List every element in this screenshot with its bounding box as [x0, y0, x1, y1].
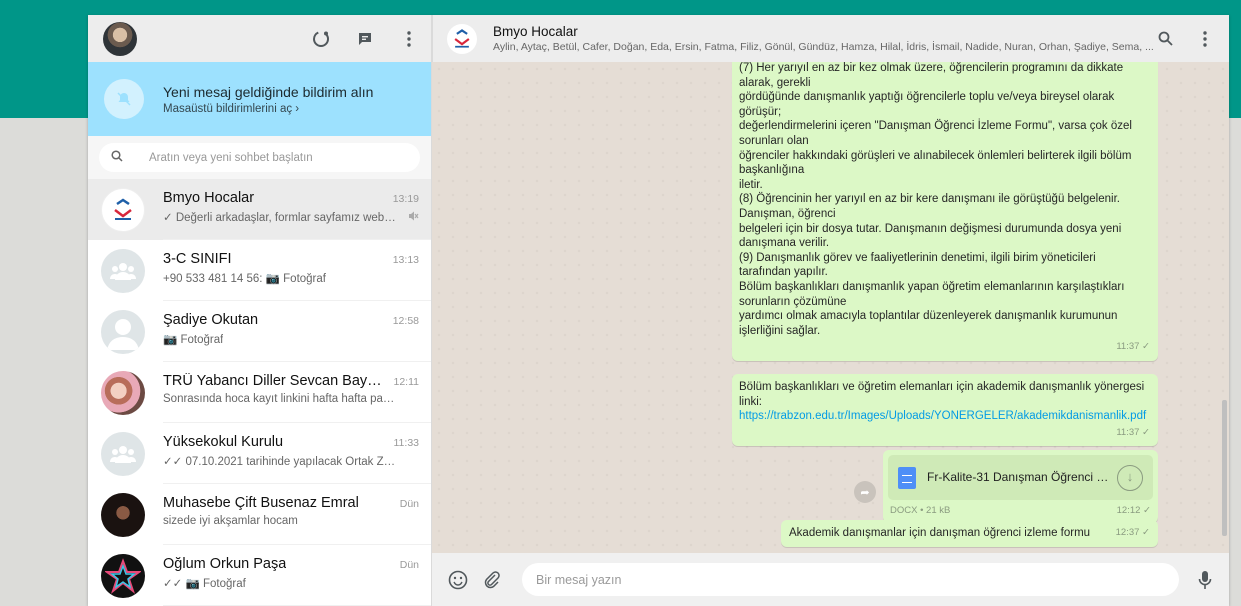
search-icon[interactable] [111, 150, 123, 165]
document-name: Fr-Kalite-31 Danışman Öğrenci İ... [927, 470, 1109, 485]
download-icon[interactable]: ↓ [1117, 464, 1143, 491]
sidebar-header [88, 15, 431, 62]
my-avatar[interactable] [103, 21, 137, 56]
chat-preview: +90 533 481 14 56: 📷 Fotoğraf [163, 273, 326, 285]
message-time: 12:12 ✓ [1116, 505, 1151, 516]
chat-name: Oğlum Orkun Paşa [163, 556, 287, 572]
emoji-icon[interactable] [448, 570, 468, 590]
group-avatar-icon [101, 248, 145, 293]
search-box[interactable] [99, 143, 420, 172]
message-text: Bölüm başkanlıkları ve öğretim elemanlar… [739, 381, 1145, 408]
chat-preview: ✓✓ 📷 Fotoğraf [163, 578, 246, 590]
chat-preview: ✓✓ 07.10.2021 tarihinde yapılacak Ortak … [163, 456, 398, 468]
chat-item-sadiye-okutan[interactable]: Şadiye Okutan 12:58 📷 Fotoğraf [88, 301, 431, 362]
group-avatar-icon [101, 431, 145, 476]
document-card[interactable]: Fr-Kalite-31 Danışman Öğrenci İ... ↓ [888, 455, 1153, 500]
conversation-panel: Bmyo Hocalar Aylin, Aytaç, Betül, Cafer,… [432, 15, 1229, 606]
muted-icon [407, 210, 419, 225]
menu-icon[interactable] [399, 29, 419, 49]
star-photo-avatar [101, 553, 145, 598]
chat-list: Bmyo Hocalar 13:19 ✓ Değerli arkadaşlar,… [88, 179, 431, 606]
messages-area: (7) Her yarıyıl en az bir kez olmak üzer… [432, 62, 1229, 553]
message-time: 11:37 ✓ [1116, 341, 1150, 353]
message-bubble[interactable]: Bölüm başkanlıkları ve öğretim elemanlar… [732, 374, 1158, 447]
group-logo-avatar [101, 187, 145, 232]
chat-name: 3-C SINIFI [163, 251, 232, 267]
contact-photo-avatar [101, 492, 145, 537]
attach-icon[interactable] [482, 570, 502, 590]
chat-preview: ✓ Değerli arkadaşlar, formlar sayfamız w… [163, 212, 398, 224]
conversation-title: Bmyo Hocalar [493, 24, 578, 39]
chat-item-muhasebe-cift[interactable]: Muhasebe Çift Busenaz Emral Dün sizede i… [88, 484, 431, 545]
message-time: 12:37 ✓ [1115, 527, 1150, 538]
chat-time: 13:13 [392, 254, 419, 266]
user-avatar-icon [101, 309, 145, 354]
sidebar-actions [311, 29, 419, 49]
document-message[interactable]: Fr-Kalite-31 Danışman Öğrenci İ... ↓ DOC… [883, 450, 1158, 523]
messages-scrollbar[interactable] [1222, 400, 1227, 536]
message-text: Akademik danışmanlar için danışman öğren… [789, 527, 1091, 539]
forward-icon[interactable]: ➦ [854, 481, 876, 503]
chat-name: Şadiye Okutan [163, 312, 259, 328]
whatsapp-web-window: Yeni mesaj geldiğinde bildirim alın Masa… [88, 15, 1229, 606]
chat-name: Yüksekokul Kurulu [163, 434, 284, 450]
chat-preview: Sonrasında hoca kayıt linkini hafta haft… [163, 393, 398, 405]
chat-preview: sizede iyi akşamlar hocam [163, 515, 298, 527]
message-composer [432, 553, 1229, 606]
microphone-icon[interactable] [1195, 570, 1215, 590]
conversation-header[interactable]: Bmyo Hocalar Aylin, Aytaç, Betül, Cafer,… [432, 15, 1229, 62]
conversation-menu-icon[interactable] [1195, 29, 1215, 49]
message-link[interactable]: https://trabzon.edu.tr/Images/Uploads/YO… [739, 410, 1146, 422]
search-bar [88, 136, 431, 179]
message-input[interactable] [522, 563, 1179, 596]
status-icon[interactable] [311, 29, 331, 49]
chat-time: Dün [399, 498, 419, 510]
enable-desktop-notifications-link[interactable]: Masaüstü bildirimlerini aç › [163, 103, 373, 115]
group-logo-icon[interactable] [447, 23, 477, 54]
chat-time: 11:33 [393, 437, 420, 449]
bell-off-icon [104, 79, 144, 119]
chat-name: Muhasebe Çift Busenaz Emral [163, 495, 359, 511]
conversation-actions [1155, 29, 1215, 49]
new-chat-icon[interactable] [355, 29, 375, 49]
chat-item-oglum-orkun[interactable]: Oğlum Orkun Paşa Dün ✓✓ 📷 Fotoğraf [88, 545, 431, 606]
chat-time: 13:19 [392, 193, 419, 205]
message-time: 11:37 ✓ [1116, 426, 1150, 438]
notification-banner[interactable]: Yeni mesaj geldiğinde bildirim alın Masa… [88, 62, 431, 136]
message-bubble[interactable]: Akademik danışmanlar için danışman öğren… [781, 520, 1158, 547]
search-messages-icon[interactable] [1155, 29, 1175, 49]
notification-title: Yeni mesaj geldiğinde bildirim alın [163, 83, 374, 100]
chat-time: Dün [399, 559, 419, 571]
chat-item-tru-yabanci-diller[interactable]: TRÜ Yabancı Diller Sevcan Bayrakta... 12… [88, 362, 431, 423]
document-icon [898, 466, 916, 489]
chat-item-bmyo-hocalar[interactable]: Bmyo Hocalar 13:19 ✓ Değerli arkadaşlar,… [88, 179, 431, 240]
message-bubble[interactable]: (7) Her yarıyıl en az bir kez olmak üzer… [732, 62, 1158, 361]
message-text: (7) Her yarıyıl en az bir kez olmak üzer… [739, 62, 1132, 337]
document-meta: DOCX • 21 kB [890, 505, 951, 516]
group-members: Aylin, Aytaç, Betül, Cafer, Doğan, Eda, … [493, 41, 1154, 53]
chat-item-yuksekokul-kurulu[interactable]: Yüksekokul Kurulu 11:33 ✓✓ 07.10.2021 ta… [88, 423, 431, 484]
chat-preview: 📷 Fotoğraf [163, 334, 224, 346]
chat-time: 12:58 [392, 315, 419, 327]
sidebar: Yeni mesaj geldiğinde bildirim alın Masa… [88, 15, 432, 606]
contact-photo-avatar [101, 370, 145, 415]
search-input[interactable] [149, 151, 389, 164]
chat-time: 12:11 [393, 376, 420, 388]
chat-name: Bmyo Hocalar [163, 190, 255, 206]
chat-name: TRÜ Yabancı Diller Sevcan Bayrakta... [163, 373, 386, 389]
chat-item-3c-sinifi[interactable]: 3-C SINIFI 13:13 +90 533 481 14 56: 📷 Fo… [88, 240, 431, 301]
